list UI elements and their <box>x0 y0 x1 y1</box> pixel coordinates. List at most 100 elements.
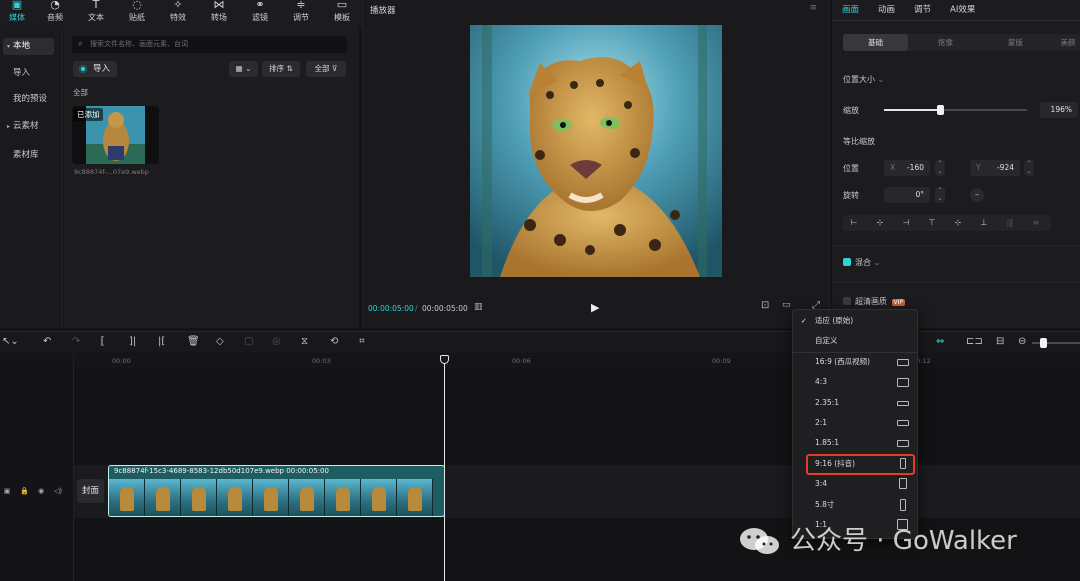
align-top-icon[interactable]: ⊤ <box>921 215 943 231</box>
distribute-v-icon[interactable]: ≡ <box>1025 215 1047 231</box>
toolbar-effects[interactable]: ✧ 特效 <box>161 0 195 26</box>
tab-ai-effects[interactable]: AI效果 <box>950 3 975 15</box>
undo-icon[interactable]: ↶ <box>43 337 51 347</box>
subtab-basic[interactable]: 基础 <box>843 34 908 51</box>
audio-mute-icon[interactable]: ◁) <box>54 487 62 495</box>
toolbar-template[interactable]: ▭ 模板 <box>325 0 359 26</box>
import-button[interactable]: 导入 <box>73 61 117 77</box>
freeze-icon[interactable]: ▢ <box>244 337 253 347</box>
visibility-icon[interactable]: ◉ <box>37 487 45 495</box>
align-center-v-icon[interactable]: ⊹ <box>947 215 969 231</box>
hd-checkbox[interactable] <box>843 297 851 305</box>
crop-icon[interactable]: ⌗ <box>359 337 365 347</box>
scale-slider[interactable] <box>884 109 1027 111</box>
scale-value[interactable]: 196% <box>1040 102 1078 118</box>
waveform-icon[interactable]: ▥ <box>474 302 483 312</box>
playhead-handle[interactable] <box>440 355 449 364</box>
snap-icon[interactable]: ⇔ <box>936 337 944 347</box>
ratio-option-16-9[interactable]: 16:9 (西瓜视频) <box>793 352 917 372</box>
rotate-field[interactable]: 0° <box>884 187 930 203</box>
select-cursor-icon[interactable]: ↖⌄ <box>2 337 19 347</box>
ratio-option-5-8[interactable]: 5.8寸 <box>793 495 917 515</box>
preview-axis-icon[interactable]: ⊟ <box>996 337 1004 347</box>
align-bottom-icon[interactable]: ⊥ <box>973 215 995 231</box>
delete-icon[interactable]: 🗑 <box>187 337 200 347</box>
view-toggle-button[interactable]: ▦ ⌄ <box>229 61 258 77</box>
nav-item-library[interactable]: 素材库 <box>3 147 54 164</box>
align-right-icon[interactable]: ⊣ <box>895 215 917 231</box>
toolbar-filter[interactable]: ⚭ 滤镜 <box>243 0 277 26</box>
ratio-option-fit[interactable]: ✓ 适应 (原始) <box>793 311 917 331</box>
cover-button[interactable]: 封面 <box>77 479 104 503</box>
split-left-icon[interactable]: ]| <box>129 337 136 347</box>
position-x-stepper[interactable]: ⌃ ⌄ <box>935 160 945 176</box>
nav-item-label: 素材库 <box>13 150 39 160</box>
tab-picture[interactable]: 画面 <box>842 3 859 15</box>
screenshot-icon[interactable]: ⊡ <box>761 300 769 311</box>
mirror-icon[interactable]: ⧖ <box>301 337 308 347</box>
sort-icon: ⇅ <box>286 64 293 73</box>
filter-button[interactable]: 全部 ⊽ <box>306 61 346 77</box>
toolbar-audio[interactable]: ◔ 音频 <box>38 0 72 26</box>
sort-button[interactable]: 排序 ⇅ <box>262 61 300 77</box>
align-center-h-icon[interactable]: ⊹ <box>869 215 891 231</box>
lock-icon[interactable]: 🔒 <box>20 487 29 495</box>
split-icon[interactable]: ⟦ <box>100 337 105 347</box>
toolbar-label: 滤镜 <box>252 13 268 22</box>
ratio-shape-icon <box>897 440 909 447</box>
rotate-dial-icon[interactable]: – <box>970 188 984 202</box>
subtab-mask[interactable]: 蒙版 <box>983 34 1048 51</box>
toolbar-media[interactable]: ▣ 媒体 <box>0 0 34 26</box>
nav-item-label: 本地 <box>13 41 31 51</box>
time-ruler[interactable]: 00:00 00:03 00:06 00:09 00:12 <box>74 354 1080 368</box>
ratio-button[interactable]: ▭ <box>782 300 791 310</box>
align-left-icon[interactable]: ⊢ <box>843 215 865 231</box>
preview-canvas[interactable] <box>470 25 722 277</box>
nav-item-import[interactable]: 导入 <box>3 65 54 82</box>
toolbar-transition[interactable]: ⋈ 转场 <box>202 0 236 26</box>
subtab-cutout[interactable]: 抠像 <box>913 34 978 51</box>
rotate-stepper[interactable]: ⌃ ⌄ <box>935 187 945 203</box>
reverse-icon[interactable]: ◎ <box>272 337 281 347</box>
audio-icon: ◔ <box>50 0 60 11</box>
scale-slider-knob[interactable] <box>936 105 944 115</box>
position-x-field[interactable]: X -160 <box>884 160 930 176</box>
toolbar-adjust[interactable]: ≑ 调节 <box>284 0 318 26</box>
ratio-option-3-4[interactable]: 3:4 <box>793 474 917 494</box>
zoom-slider-knob[interactable] <box>1040 338 1047 348</box>
ratio-option-1-85-1[interactable]: 1.85:1 <box>793 433 917 453</box>
tab-animation[interactable]: 动画 <box>878 3 895 15</box>
distribute-h-icon[interactable]: |‖ <box>999 215 1021 231</box>
subtab-beauty[interactable]: 美颜 <box>1053 34 1080 51</box>
position-y-field[interactable]: Y -924 <box>970 160 1020 176</box>
blend-checkbox[interactable] <box>843 258 851 266</box>
filter-label: 全部 <box>314 64 330 73</box>
hd-section[interactable]: 超清画质 VIP <box>855 296 906 307</box>
nav-item-local[interactable]: ▾ 本地 <box>3 38 54 55</box>
ratio-option-4-3[interactable]: 4:3 <box>793 372 917 392</box>
toolbar-text[interactable]: T 文本 <box>79 0 113 26</box>
section-position-size[interactable]: 位置大小 ⌄ <box>843 74 884 85</box>
blend-section[interactable]: 混合 ⌄ <box>855 257 880 268</box>
position-y-stepper[interactable]: ⌃ ⌄ <box>1024 160 1034 176</box>
search-input[interactable]: ⌕ 搜索文件名称、画面元素、台词 <box>72 36 347 53</box>
ratio-option-custom[interactable]: 自定义 <box>793 331 917 351</box>
split-right-icon[interactable]: |[ <box>158 337 165 347</box>
rotate-icon[interactable]: ⟲ <box>330 337 338 347</box>
ratio-option-2-1[interactable]: 2:1 <box>793 413 917 433</box>
nav-item-presets[interactable]: 我的预设 <box>3 91 54 108</box>
media-card[interactable]: 已添加 <box>72 106 159 164</box>
nav-item-cloud[interactable]: ▸ 云素材 <box>3 118 54 135</box>
ratio-option-2-35-1[interactable]: 2.35:1 <box>793 393 917 413</box>
tab-adjust[interactable]: 调节 <box>914 3 931 15</box>
play-button[interactable]: ▶ <box>591 301 599 314</box>
toolbar-sticker[interactable]: ◌ 贴纸 <box>120 0 154 26</box>
link-icon[interactable]: ⊏⊐ <box>966 337 983 347</box>
video-clip[interactable]: 9c88874f-15c3-4689-8583-12db50d107e9.web… <box>108 465 445 517</box>
track-toggle-icon[interactable]: ▣ <box>3 487 11 495</box>
playhead-line[interactable] <box>444 362 445 581</box>
marker-icon[interactable]: ◇ <box>216 337 224 347</box>
menu-icon[interactable]: ≡ <box>809 3 817 13</box>
zoom-out-icon[interactable]: ⊖ <box>1018 337 1026 347</box>
redo-icon[interactable]: ↷ <box>72 337 80 347</box>
